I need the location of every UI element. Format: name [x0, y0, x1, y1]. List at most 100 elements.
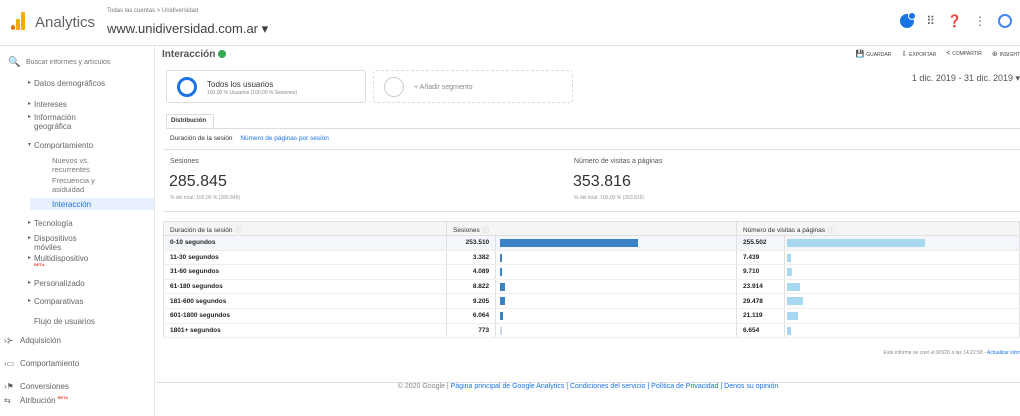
pageviews-bar	[787, 239, 925, 247]
cell-pageviews-bar	[784, 323, 1020, 339]
sidebar-section-acquisition[interactable]: ›⊱ Adquisición	[4, 336, 61, 345]
export-button[interactable]: ⇩ EXPORTAR	[901, 50, 936, 58]
avatar[interactable]	[998, 14, 1012, 28]
cell-pageviews: 21.119	[736, 308, 785, 324]
help-icon[interactable]: ❓	[947, 14, 962, 28]
chevron-right-icon: ▸	[28, 235, 32, 241]
sidebar-item-users-flow[interactable]: Flujo de usuarios	[34, 317, 95, 326]
cell-duration[interactable]: 61-180 segundos	[163, 279, 447, 295]
chevron-right-icon: ▸	[28, 280, 32, 286]
chevron-down-icon: ▾	[28, 142, 32, 148]
column-header-sessions[interactable]: Sesiones ⓘ	[446, 221, 737, 236]
page-title: Interacción	[162, 49, 227, 60]
chevron-right-icon: ▸	[28, 220, 32, 226]
report-actions: 💾 GUARDAR ⇩ EXPORTAR < COMPARTIR ⊛ INSIGHT	[856, 50, 1020, 58]
acquisition-icon: ›⊱	[4, 336, 14, 345]
report-timestamp: Este informe se creó el 9/3/20 a las 14:…	[883, 350, 1020, 356]
subtab-session-duration[interactable]: Duración de la sesión	[170, 135, 233, 142]
cell-pageviews-bar	[784, 279, 1020, 295]
cell-sessions: 773	[445, 323, 497, 339]
distribution-table: Duración de la sesión ⓘ Sesiones ⓘ Número …	[163, 221, 1020, 339]
sidebar-item-engagement[interactable]: Interacción	[52, 200, 91, 209]
pageviews-bar	[787, 268, 793, 277]
table-row: 181-600 segundos 9.205 29.478	[163, 293, 1020, 309]
sidebar-item-interests[interactable]: ▸ Intereses	[28, 100, 67, 109]
cell-pageviews-bar	[784, 250, 1020, 266]
sidebar-item-benchmarking[interactable]: ▸ Comparativas	[28, 297, 83, 306]
cell-duration[interactable]: 11-30 segundos	[163, 250, 447, 266]
tab-distribution[interactable]: Distribución	[166, 114, 214, 128]
cell-sessions-bar	[495, 293, 737, 309]
help-icon[interactable]: ⓘ	[483, 227, 490, 234]
cell-sessions: 9.205	[445, 293, 497, 309]
sidebar-section-behavior[interactable]: ›▭ Comportamiento	[4, 359, 79, 368]
help-icon[interactable]: ⓘ	[236, 227, 243, 234]
apps-grid-icon[interactable]: ⠿	[926, 14, 935, 28]
cell-duration[interactable]: 31-60 segundos	[163, 264, 447, 280]
sidebar-item-frequency[interactable]: Frecuencia y asiduidad	[52, 176, 122, 194]
cell-sessions-bar	[495, 308, 737, 324]
sidebar-item-technology[interactable]: ▸ Tecnología	[28, 219, 73, 228]
sidebar-item-custom[interactable]: ▸ Personalizado	[28, 279, 85, 288]
metric-pageviews: Número de visitas a páginas 353.816 % de…	[573, 158, 663, 201]
cell-pageviews-bar	[784, 293, 1020, 309]
main-content: Interacción 💾 GUARDAR ⇩ EXPORTAR < COMPARTI…	[156, 46, 1020, 416]
analytics-logo-icon[interactable]	[11, 12, 25, 30]
segment-all-users[interactable]: Todos los usuarios 100,00 % Usuarios (10…	[166, 70, 366, 103]
search-input[interactable]	[26, 58, 141, 66]
cell-sessions: 4.089	[445, 264, 497, 280]
cell-duration[interactable]: 1801+ segundos	[163, 323, 447, 339]
sidebar-item-geo[interactable]: ▸ Información geográfica	[28, 113, 114, 131]
sidebar: 🔍 ▸ Datos demográficos ▸ Intereses ▸ Inf…	[0, 46, 155, 416]
share-button[interactable]: < COMPARTIR	[946, 50, 982, 58]
table-row: 61-180 segundos 8.822 23.914	[163, 279, 1020, 295]
segment-circle-icon	[177, 77, 197, 97]
cell-duration[interactable]: 601-1800 segundos	[163, 308, 447, 324]
column-header-pageviews[interactable]: Número de visitas a páginas ⓘ	[736, 221, 1020, 236]
cell-sessions: 253.510	[445, 235, 497, 251]
cell-duration[interactable]: 0-10 segundos	[163, 235, 447, 251]
cell-sessions-bar	[495, 323, 737, 339]
column-header-duration[interactable]: Duración de la sesión ⓘ	[163, 221, 447, 236]
sidebar-item-mobile[interactable]: ▸ Dispositivos móviles	[28, 234, 104, 252]
help-icon[interactable]: ⓘ	[828, 227, 835, 234]
cell-sessions: 3.382	[445, 250, 497, 266]
cell-pageviews: 9.710	[736, 264, 785, 280]
sidebar-item-cross-device[interactable]: ▸ Multidispositivo BETA	[28, 254, 88, 267]
add-segment-button[interactable]: + Añadir segmento	[373, 70, 573, 103]
table-row: 31-60 segundos 4.089 9.710	[163, 264, 1020, 280]
more-vert-icon[interactable]: ⋮	[974, 14, 986, 28]
sidebar-section-attribution[interactable]: ⇆ Atribución BETA	[4, 395, 68, 405]
sessions-bar	[500, 268, 503, 277]
footer-links[interactable]: Página principal de Google Analytics | C…	[451, 383, 779, 390]
save-button[interactable]: 💾 GUARDAR	[856, 50, 892, 58]
table-row: 0-10 segundos 253.510 255.502	[163, 235, 1020, 251]
share-icon: <	[946, 50, 951, 57]
sessions-bar	[500, 311, 504, 320]
attribution-icon: ⇆	[4, 396, 11, 405]
sessions-bar	[500, 297, 506, 306]
sessions-bar	[500, 239, 639, 247]
save-icon: 💾	[855, 51, 865, 58]
cell-pageviews-bar	[784, 235, 1020, 251]
refresh-report-link[interactable]: Actualizar infor	[987, 350, 1020, 356]
sidebar-section-conversions[interactable]: ›⚑ Conversiones	[4, 382, 69, 391]
export-icon: ⇩	[901, 51, 908, 58]
sidebar-item-new-vs-returning[interactable]: Nuevos vs. recurrentes	[52, 156, 122, 174]
subtab-pages-per-session[interactable]: Número de páginas por sesión	[240, 135, 329, 142]
cell-pageviews: 29.478	[736, 293, 785, 309]
property-selector[interactable]: www.unidiversidad.com.ar ▾	[107, 21, 268, 37]
cell-duration[interactable]: 181-600 segundos	[163, 293, 447, 309]
behavior-icon: ›▭	[4, 359, 15, 368]
date-range-picker[interactable]: 1 dic. 2019 - 31 dic. 2019 ▾	[912, 73, 1020, 84]
insights-button[interactable]: ⊛ INSIGHT	[992, 50, 1020, 58]
pageviews-bar	[787, 282, 800, 291]
notifications-icon[interactable]	[900, 12, 917, 28]
sidebar-item-behavior[interactable]: ▾ Comportamiento	[28, 141, 93, 150]
sidebar-item-demographics[interactable]: ▸ Datos demográficos	[28, 79, 114, 88]
cell-pageviews: 7.439	[736, 250, 785, 266]
flag-icon: ›⚑	[4, 382, 14, 391]
account-breadcrumb[interactable]: Todas las cuentas > Unidiversidad	[107, 8, 198, 14]
chevron-right-icon: ▸	[28, 114, 32, 120]
chevron-right-icon: ▸	[28, 80, 32, 86]
